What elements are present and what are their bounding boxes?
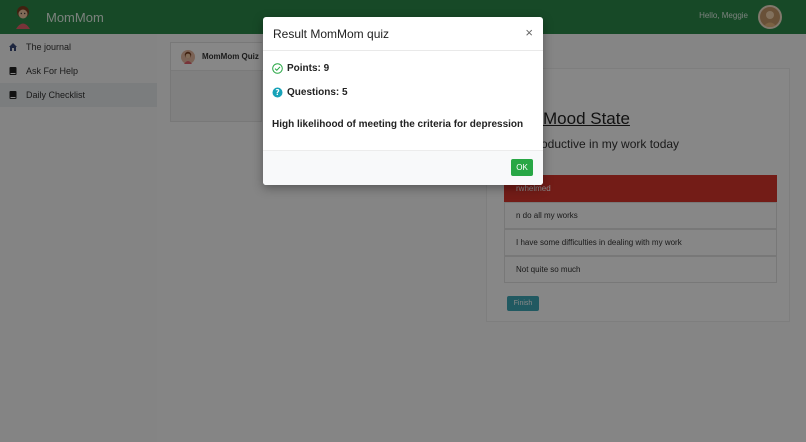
check-circle-icon	[272, 63, 283, 74]
points-stat: Points: 9	[272, 63, 329, 74]
modal-footer: OK	[263, 150, 543, 185]
result-modal: Result MomMom quiz × Points: 9 ? Questio…	[263, 17, 543, 185]
modal-header: Result MomMom quiz ×	[263, 17, 543, 51]
close-icon[interactable]: ×	[525, 25, 533, 40]
result-text: High likelihood of meeting the criteria …	[272, 119, 524, 130]
ok-button[interactable]: OK	[511, 159, 533, 176]
points-text: Points: 9	[287, 63, 330, 74]
modal-title: Result MomMom quiz	[273, 26, 390, 41]
question-circle-icon: ?	[272, 87, 283, 98]
modal-body: Points: 9 ? Questions: 5 High likelihood…	[263, 51, 543, 150]
svg-text:?: ?	[275, 88, 279, 97]
questions-stat: ? Questions: 5	[272, 87, 348, 98]
questions-text: Questions: 5	[287, 87, 348, 98]
